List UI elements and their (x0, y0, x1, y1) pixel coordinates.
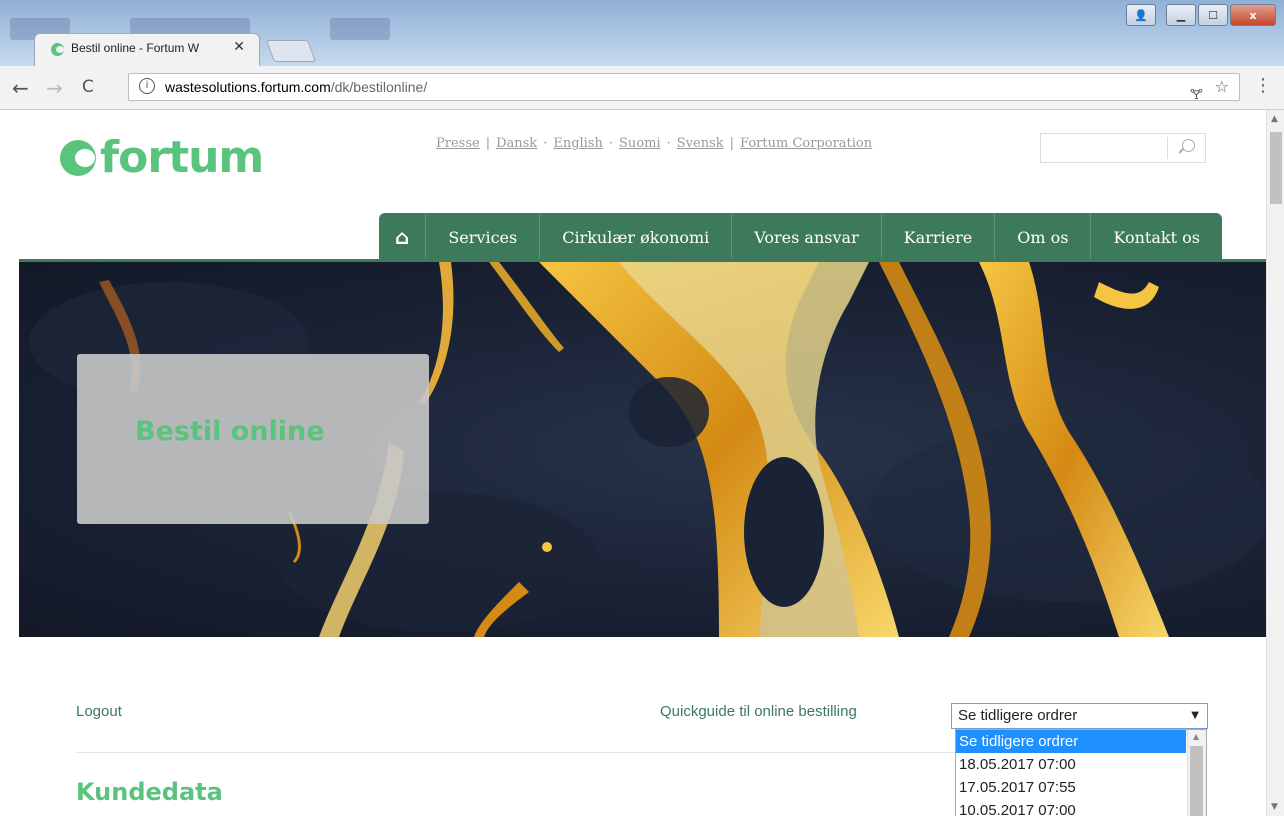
tab-title: Bestil online - Fortum W (71, 41, 200, 55)
user-glyph: 👤 (1134, 8, 1148, 22)
title-bar: Bestil online - Fortum W ✕ 👤 ▁ ☐ x (0, 0, 1284, 66)
main-nav: ⌂ Services Cirkulær økonomi Vores ansvar… (379, 213, 1222, 261)
nav-vores-ansvar[interactable]: Vores ansvar (732, 213, 882, 261)
link-fortum-corporation[interactable]: Fortum Corporation (740, 136, 872, 151)
window-controls: 👤 ▁ ☐ x (1126, 4, 1276, 26)
home-icon: ⌂ (395, 225, 410, 249)
page-viewport: fortum Presse | Dansk · English · Suomi · Svensk… (0, 110, 1266, 816)
address-bar[interactable]: i wastesolutions.fortum.com/dk/bestilonl… (128, 73, 1240, 103)
separator: | (485, 136, 491, 151)
hero-banner: Bestil online (19, 262, 1266, 637)
minimize-icon: ▁ (1176, 8, 1186, 22)
chevron-down-icon: ▼ (1191, 710, 1199, 721)
info-icon[interactable]: i (139, 78, 155, 94)
select-value: Se tidligere ordrer (958, 707, 1078, 724)
search-icon[interactable] (1182, 139, 1195, 152)
nav-om-os[interactable]: Om os (995, 213, 1092, 261)
user-icon[interactable]: 👤 (1126, 4, 1156, 26)
close-window-button[interactable]: x (1230, 4, 1276, 26)
nav-karriere[interactable]: Karriere (881, 213, 996, 261)
logout-link[interactable]: Logout (76, 703, 122, 720)
separator: · (543, 136, 548, 151)
scroll-up-icon[interactable]: ▲ (1271, 114, 1278, 124)
new-tab-button[interactable] (265, 40, 317, 62)
link-dansk[interactable]: Dansk (496, 136, 537, 151)
logo-text: fortum (100, 132, 264, 183)
search-input[interactable] (1040, 133, 1206, 163)
dropdown-option[interactable]: 10.05.2017 07:00 (956, 799, 1186, 816)
link-svensk[interactable]: Svensk (677, 136, 724, 151)
close-icon: x (1249, 8, 1257, 22)
dropdown-scrollbar[interactable]: ▲ (1187, 730, 1206, 816)
browser-toolbar: ← → C i wastesolutions.fortum.com/dk/bes… (0, 66, 1284, 110)
nav-home[interactable]: ⌂ (379, 213, 427, 261)
dropdown-option[interactable]: Se tidligere ordrer (956, 730, 1186, 753)
page-scrollbar[interactable]: ▲ ▼ (1266, 110, 1284, 816)
link-suomi[interactable]: Suomi (619, 136, 661, 151)
blurred-background-region (330, 18, 390, 40)
fortum-logo-mark-icon (60, 139, 96, 176)
tab-close-icon[interactable]: ✕ (233, 39, 245, 55)
reload-icon[interactable]: C (82, 77, 94, 97)
browser-tab[interactable]: Bestil online - Fortum W ✕ (34, 33, 260, 66)
back-arrow-icon[interactable]: ← (12, 76, 29, 100)
url-path: /dk/bestilonline/ (330, 79, 428, 95)
minimize-button[interactable]: ▁ (1166, 4, 1196, 26)
separator: · (608, 136, 614, 151)
nav-kontakt-os[interactable]: Kontakt os (1091, 213, 1222, 261)
maximize-icon: ☐ (1208, 8, 1218, 22)
hero-card: Bestil online (77, 354, 429, 524)
browser-window: Bestil online - Fortum W ✕ 👤 ▁ ☐ x ← → C… (0, 0, 1284, 816)
scroll-up-icon[interactable]: ▲ (1193, 732, 1199, 741)
separator: | (729, 136, 735, 151)
key-icon[interactable]: 🝖 (1190, 78, 1203, 107)
link-english[interactable]: English (553, 136, 603, 151)
separator: · (666, 136, 671, 151)
scroll-down-icon[interactable]: ▼ (1271, 802, 1278, 812)
forward-arrow-icon[interactable]: → (46, 76, 63, 100)
search-divider (1167, 137, 1168, 159)
section-title: Kundedata (76, 778, 223, 806)
dropdown-option[interactable]: 17.05.2017 07:55 (956, 776, 1186, 799)
previous-orders-dropdown[interactable]: Se tidligere ordrer 18.05.2017 07:00 17.… (955, 729, 1207, 816)
dropdown-option[interactable]: 18.05.2017 07:00 (956, 753, 1186, 776)
url-text[interactable]: wastesolutions.fortum.com/dk/bestilonlin… (165, 79, 427, 95)
url-host: wastesolutions.fortum.com (165, 79, 331, 95)
browser-menu-icon[interactable]: ⋮ (1254, 75, 1272, 96)
hero-title: Bestil online (135, 416, 325, 447)
previous-orders-select[interactable]: Se tidligere ordrer ▼ (951, 703, 1208, 729)
link-presse[interactable]: Presse (436, 136, 480, 151)
fortum-logo[interactable]: fortum (60, 132, 264, 183)
maximize-button[interactable]: ☐ (1198, 4, 1228, 26)
dropdown-scroll-thumb[interactable] (1190, 746, 1203, 816)
fortum-favicon-icon (51, 43, 64, 56)
bookmark-star-icon[interactable]: ☆ (1215, 77, 1229, 96)
nav-cirkulaer-okonomi[interactable]: Cirkulær økonomi (540, 213, 733, 261)
quickguide-link[interactable]: Quickguide til online bestilling (660, 703, 857, 720)
top-links: Presse | Dansk · English · Suomi · Svensk | Fortum… (436, 136, 872, 151)
nav-services[interactable]: Services (426, 213, 541, 261)
page-scroll-thumb[interactable] (1270, 132, 1282, 204)
